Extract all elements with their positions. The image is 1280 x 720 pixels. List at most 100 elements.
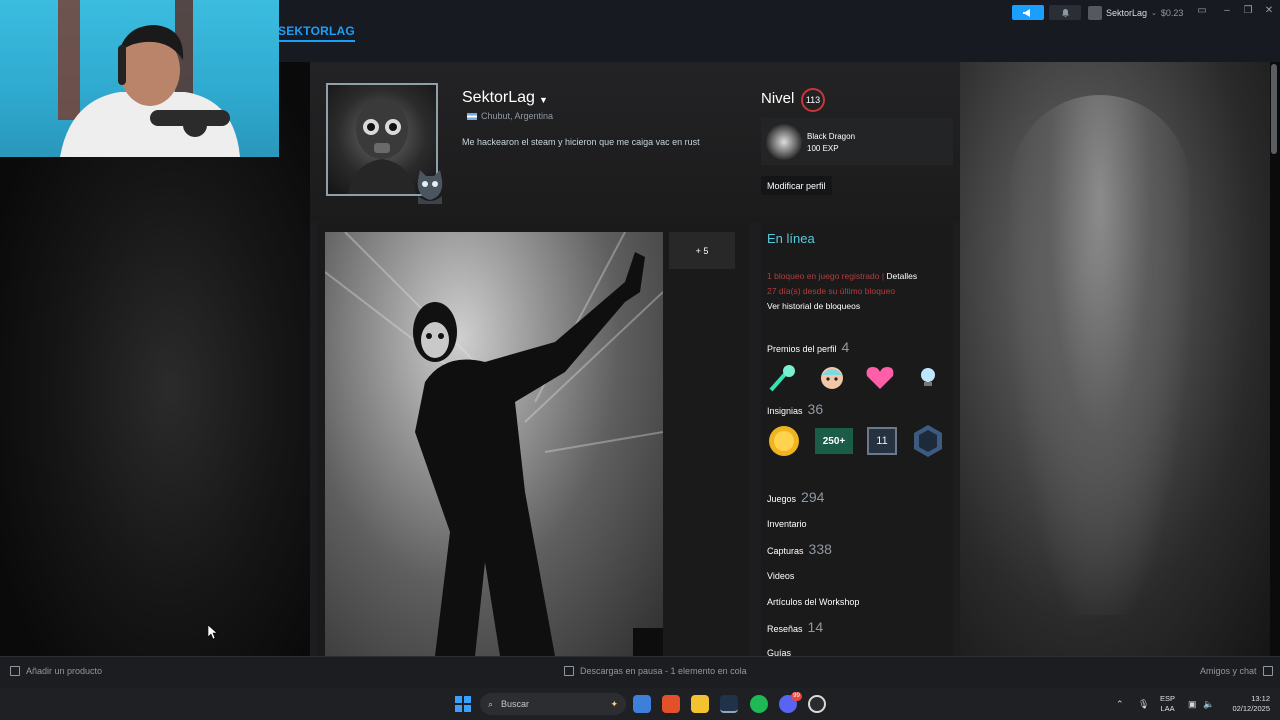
taskbar-search[interactable]: ⌕ Buscar ✦: [480, 693, 626, 715]
brave-browser-icon[interactable]: [662, 695, 680, 713]
steam-app-icon[interactable]: [720, 695, 738, 713]
bell-icon: [1061, 8, 1069, 17]
notifications-button[interactable]: [1049, 5, 1081, 20]
awards-row: [767, 362, 945, 392]
friends-chat-button[interactable]: Amigos y chat: [1200, 666, 1273, 676]
chevron-down-icon: ⌄: [1151, 9, 1157, 17]
inventory-link[interactable]: Inventario: [767, 519, 807, 529]
account-menu[interactable]: SektorLag ⌄ $0.23: [1088, 4, 1183, 21]
badges-row: 250+ 11: [767, 424, 945, 458]
clock-time: 13:12: [1251, 694, 1270, 703]
mouse-cursor-icon: [208, 625, 218, 639]
badges-link[interactable]: Insignias 36: [767, 401, 823, 417]
file-explorer-icon[interactable]: [691, 695, 709, 713]
game-collector-badge-icon[interactable]: 11: [867, 427, 897, 455]
reviews-link[interactable]: Reseñas 14: [767, 619, 823, 635]
microphone-icon[interactable]: 🎙: [1138, 699, 1149, 710]
dragon-badge-icon: [766, 124, 802, 160]
download-icon: [564, 666, 574, 676]
stat-count: 338: [808, 541, 832, 557]
coin-badge-icon[interactable]: [767, 425, 801, 457]
add-product-label: Añadir un producto: [26, 666, 103, 676]
stat-label: Juegos: [767, 494, 797, 504]
showcase-thumbnail[interactable]: [633, 628, 663, 656]
featured-badge-exp: 100 EXP: [807, 144, 839, 153]
argentina-flag-icon: [467, 112, 477, 120]
heart-award-icon[interactable]: [863, 362, 897, 392]
stat-label: Insignias: [767, 406, 803, 416]
edit-profile-button[interactable]: Modificar perfil: [761, 176, 832, 195]
chevron-up-icon[interactable]: ⌃: [1116, 699, 1124, 710]
avatar-frame-cat: [417, 170, 443, 204]
games-link[interactable]: Juegos 294: [767, 489, 824, 505]
chevron-down-icon[interactable]: ▼: [539, 95, 548, 105]
downloads-status[interactable]: Descargas en pausa - 1 elemento en cola: [564, 666, 747, 676]
videos-link[interactable]: Videos: [767, 571, 794, 581]
showcase-artwork-image[interactable]: [325, 232, 663, 656]
level-badge[interactable]: 113: [801, 88, 825, 112]
showcase-more-button[interactable]: + 5: [669, 232, 735, 269]
level-label: Nivel: [761, 90, 795, 107]
ban-details-link[interactable]: Detalles: [886, 271, 917, 281]
webcam-overlay: [0, 0, 279, 157]
profile-summary: Me hackearon el steam y hicieron que me …: [462, 137, 700, 147]
search-placeholder: Buscar: [501, 699, 530, 709]
stat-label: Premios del perfil: [767, 344, 837, 354]
hex-badge-icon[interactable]: [911, 424, 945, 458]
stat-count: 36: [807, 401, 824, 417]
stat-label: Guías: [767, 648, 792, 656]
ban-status: 1 bloqueo en juego registrado | Detalles: [767, 271, 917, 281]
baby-award-icon[interactable]: [815, 362, 849, 392]
profile-name[interactable]: SektorLag: [462, 89, 535, 107]
location-text: Chubut, Argentina: [481, 111, 554, 121]
stat-label: Artículos del Workshop: [767, 597, 860, 607]
close-icon[interactable]: ✕: [1263, 6, 1275, 16]
stat-label: Reseñas: [767, 624, 803, 634]
ban-history-link[interactable]: Ver historial de bloqueos: [767, 301, 860, 311]
stat-label: Inventario: [767, 519, 807, 529]
maximize-icon[interactable]: ❐: [1242, 6, 1254, 16]
scrollbar[interactable]: [1271, 64, 1277, 154]
profile-awards-link[interactable]: Premios del perfil 4: [767, 339, 849, 355]
ban-count-text: 1 bloqueo en juego registrado |: [767, 271, 887, 281]
network-icon[interactable]: ▣: [1188, 699, 1197, 710]
account-name: SektorLag: [1106, 7, 1148, 18]
volume-icon[interactable]: 🔈: [1203, 699, 1214, 710]
language-code: ESP: [1160, 694, 1176, 703]
nav-profile-tab[interactable]: SEKTORLAG: [278, 24, 355, 42]
wallet-balance: $0.23: [1160, 7, 1184, 18]
screenshots-link[interactable]: Capturas 338: [767, 541, 832, 557]
language-indicator[interactable]: ESP LAA: [1160, 694, 1175, 714]
add-product-button[interactable]: Añadir un producto: [10, 666, 102, 676]
comet-award-icon[interactable]: [767, 362, 801, 392]
copilot-sparkle-icon: ✦: [610, 698, 618, 709]
minimize-icon[interactable]: –: [1221, 6, 1233, 16]
globe-award-icon[interactable]: [911, 362, 945, 392]
guides-link[interactable]: Guías: [767, 648, 791, 656]
ban-days-text: 27 día(s) desde su último bloqueo: [767, 286, 896, 296]
announcements-button[interactable]: [1012, 5, 1044, 20]
chat-icon: [1262, 666, 1273, 676]
taskbar-clock[interactable]: 13:12 02/12/2025: [1226, 694, 1270, 714]
stat-label: Capturas: [767, 546, 804, 556]
profile-location: Chubut, Argentina: [467, 111, 553, 121]
years-badge-icon[interactable]: 250+: [815, 428, 853, 454]
search-icon: ⌕: [488, 698, 494, 709]
photos-app-icon[interactable]: [633, 695, 651, 713]
stat-count: 4: [841, 339, 850, 355]
account-avatar: [1088, 5, 1102, 20]
monitor-icon[interactable]: ▭: [1196, 6, 1208, 16]
spotify-app-icon[interactable]: [750, 695, 768, 713]
webcam-feed: [58, 0, 240, 157]
friends-chat-label: Amigos y chat: [1200, 666, 1257, 676]
app-icon[interactable]: [808, 695, 826, 713]
windows-start-icon[interactable]: [455, 696, 471, 712]
showcase-artwork: [325, 232, 663, 656]
background-figure: [1010, 95, 1190, 615]
plus-icon: [10, 666, 20, 676]
discord-notification-badge: 99: [791, 692, 802, 701]
workshop-link[interactable]: Artículos del Workshop: [767, 597, 859, 607]
downloads-label: Descargas en pausa - 1 elemento en cola: [580, 666, 747, 676]
featured-badge-name: Black Dragon: [807, 132, 856, 141]
keyboard-layout: LAA: [1160, 704, 1175, 713]
